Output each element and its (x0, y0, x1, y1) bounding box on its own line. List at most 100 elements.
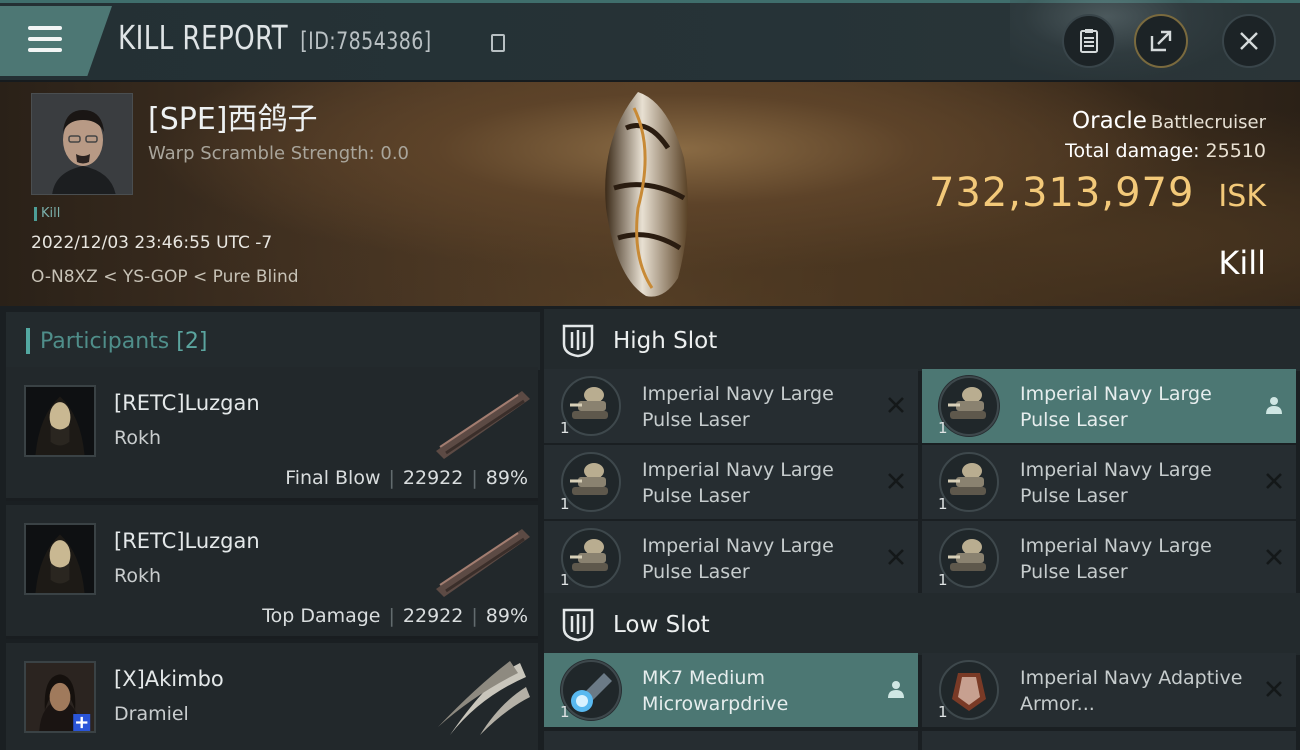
participant-avatar[interactable] (24, 661, 96, 733)
module-quantity: 1 (560, 495, 570, 513)
module-slot[interactable]: 1 Imperial Navy Large Pulse Laser (922, 521, 1296, 595)
clipboard-button[interactable] (1062, 14, 1116, 68)
low-slot-header: Low Slot (544, 593, 1300, 655)
participant-ship-image (436, 391, 530, 459)
module-quantity: 1 (938, 419, 948, 437)
dropped-person-icon (1266, 397, 1282, 414)
module-name: Imperial Navy Large Pulse Laser (642, 383, 834, 431)
slot-icon (562, 324, 594, 358)
participant-damage: 22922 (402, 467, 464, 489)
participant-ship-image (438, 661, 530, 735)
destroyed-x-icon (1266, 473, 1282, 489)
stats-separator: | (388, 605, 395, 627)
module-status-button[interactable] (884, 677, 908, 701)
close-button[interactable] (1222, 14, 1276, 68)
participants-label: Participants [2] (40, 329, 207, 354)
fitting-panel: High Slot 1 Imperial Navy Large Pulse Las… (540, 306, 1300, 750)
menu-button[interactable] (0, 6, 112, 76)
module-slot[interactable]: 1 Imperial Navy Large Pulse Laser (544, 369, 918, 443)
module-status-button[interactable] (884, 469, 908, 493)
module-slot[interactable]: 1 Imperial Navy Large Pulse Laser (922, 369, 1296, 443)
kill-tag-marker (34, 206, 37, 221)
participants-header[interactable]: Participants [2] (6, 312, 540, 370)
participant-ship: Rokh (114, 565, 162, 587)
kill-tag-label: Kill (41, 206, 61, 221)
module-quantity: 1 (938, 571, 948, 589)
module-slot[interactable]: 1 Imperial Navy Large Pulse Laser (544, 445, 918, 519)
participant-avatar[interactable] (24, 385, 96, 457)
module-quantity: 1 (560, 419, 570, 437)
module-slot[interactable]: 1 Imperial Navy Large Pulse Laser (922, 445, 1296, 519)
participant-ship: Dramiel (114, 703, 189, 725)
module-slot[interactable]: 1 MK7 Medium Microwarpdrive (544, 653, 918, 727)
victim-avatar[interactable] (31, 93, 133, 195)
menu-icon-bar (28, 37, 62, 41)
module-slot[interactable]: 1 Imperial Navy Adaptive Armor... (922, 653, 1296, 727)
isk-amount: 732,313,979 (928, 170, 1195, 216)
kill-timestamp: 2022/12/03 23:46:55 UTC -7 (31, 233, 273, 253)
ship-name: Oracle (1072, 108, 1147, 134)
victim-ship-image[interactable] (598, 88, 698, 302)
kill-summary: [SPE]西鸽子 Warp Scramble Strength: 0.0 Kil… (0, 82, 1300, 306)
participant-percent: 89% (485, 605, 528, 627)
kill-tag: Kill (34, 206, 60, 221)
stats-separator: | (471, 605, 478, 627)
participant-row[interactable]: [RETC]Luzgan Rokh Top Damage | 22922 | 89% (6, 505, 538, 639)
participant-portrait-image (26, 663, 94, 731)
module-name: Imperial Navy Large Pulse Laser (1020, 383, 1212, 431)
warp-scramble-strength: Warp Scramble Strength: 0.0 (148, 143, 410, 164)
participant-damage: 22922 (402, 605, 464, 627)
participant-role: Final Blow (285, 467, 381, 489)
participant-portrait-image (26, 525, 94, 593)
menu-icon-bar (28, 26, 62, 30)
high-slot-header: High Slot (544, 309, 1300, 371)
destroyed-x-icon (1266, 549, 1282, 565)
module-status-button[interactable] (1262, 677, 1286, 701)
module-name: Imperial Navy Large Pulse Laser (642, 535, 834, 583)
module-name: Imperial Navy Adaptive Armor... (1020, 667, 1243, 715)
clipboard-icon (1080, 29, 1098, 53)
module-status-button[interactable] (884, 393, 908, 417)
participant-avatar[interactable] (24, 523, 96, 595)
participant-role: Top Damage (262, 605, 381, 627)
destroyed-x-icon (888, 549, 904, 565)
report-id: [ID:7854386] (300, 27, 432, 55)
victim-name[interactable]: [SPE]西鸽子 (148, 94, 318, 138)
module-name: Imperial Navy Large Pulse Laser (1020, 535, 1212, 583)
module-quantity: 1 (938, 703, 948, 721)
participant-row[interactable]: [X]Akimbo Dramiel (6, 643, 538, 750)
module-status-button[interactable] (1262, 469, 1286, 493)
share-icon (1150, 30, 1172, 52)
kill-location[interactable]: O-N8XZ < YS-GOP < Pure Blind (31, 267, 299, 287)
module-status-button[interactable] (1262, 393, 1286, 417)
stats-separator: | (388, 467, 395, 489)
module-quantity: 1 (560, 571, 570, 589)
ship-class: Battlecruiser (1150, 112, 1266, 133)
participant-percent: 89% (485, 467, 528, 489)
participant-row[interactable]: [RETC]Luzgan Rokh Final Blow | 22922 | 89% (6, 367, 538, 501)
module-status-button[interactable] (884, 545, 908, 569)
module-status-button[interactable] (1262, 545, 1286, 569)
high-slot-label: High Slot (613, 328, 718, 354)
participant-name: [RETC]Luzgan (114, 529, 260, 553)
participants-panel: Participants [2] [RETC]Luzgan Rokh Final… (0, 306, 540, 750)
module-name: Imperial Navy Large Pulse Laser (642, 459, 834, 507)
participant-portrait-image (26, 387, 94, 455)
module-slot[interactable]: 1 Imperial Navy Large Pulse Laser (544, 521, 918, 595)
module-quantity: 1 (938, 495, 948, 513)
destroyed-x-icon (1266, 681, 1282, 697)
participant-name: [RETC]Luzgan (114, 391, 260, 415)
copy-icon[interactable] (491, 34, 505, 52)
participant-name: [X]Akimbo (114, 667, 224, 691)
module-slot[interactable] (544, 731, 918, 750)
share-button[interactable] (1134, 14, 1188, 68)
isk-unit: ISK (1218, 179, 1266, 214)
total-damage-label: Total damage: (1065, 140, 1200, 162)
slot-icon (562, 608, 594, 642)
close-icon (1240, 32, 1258, 50)
participants-count: [2] (176, 329, 208, 354)
top-bar: KILL REPORT [ID:7854386] (0, 0, 1300, 82)
module-slot[interactable] (922, 731, 1296, 750)
menu-icon-bar (28, 48, 62, 52)
page-title: KILL REPORT [ID:7854386] (118, 18, 432, 57)
